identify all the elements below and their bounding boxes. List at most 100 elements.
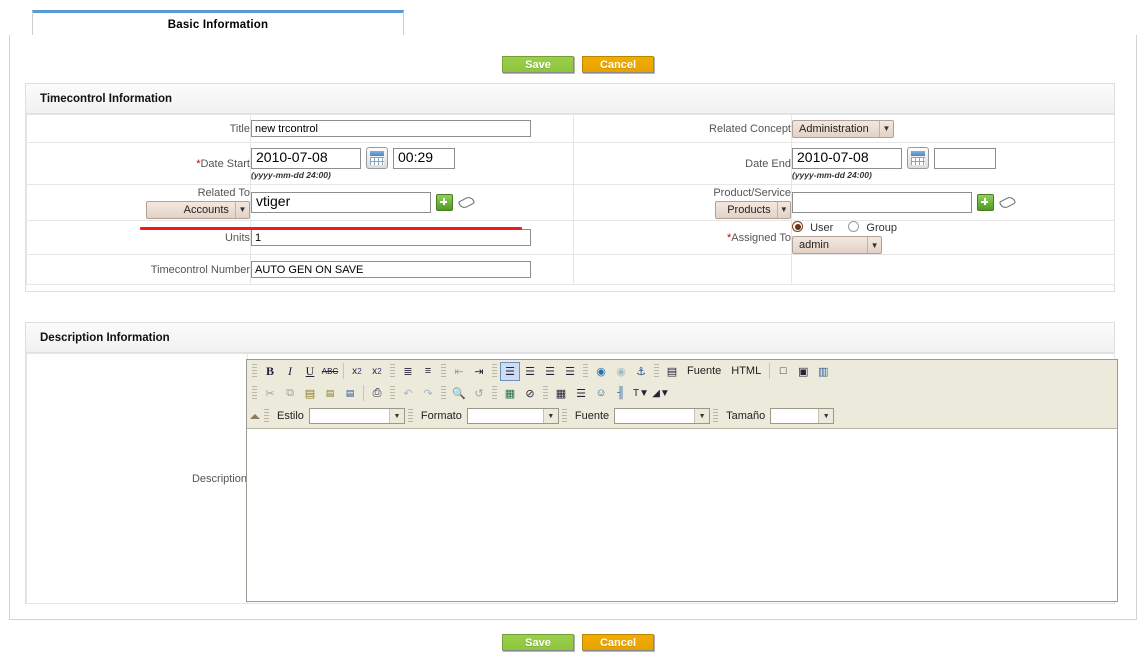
table-row: *Date Start 2010-07-08 00:29 (yyyy-mm-dd… — [27, 143, 1115, 185]
outdent-icon[interactable]: ⇤ — [449, 362, 469, 381]
new-page-icon[interactable]: □ — [773, 362, 793, 381]
toolbar-grip[interactable] — [583, 364, 588, 379]
remove-format-icon[interactable]: ⊘ — [520, 384, 540, 403]
toolbar-grip[interactable] — [390, 364, 395, 379]
related-to-module-value: Accounts — [147, 204, 235, 216]
replace-icon[interactable]: ↺ — [469, 384, 489, 403]
toolbar-grip[interactable] — [654, 364, 659, 379]
unordered-list-icon[interactable]: ≡ — [418, 362, 438, 381]
editor-html-label[interactable]: HTML — [726, 365, 766, 377]
date-start-label-cell: *Date Start — [27, 143, 251, 185]
size-combo[interactable]: ▼ — [770, 408, 834, 424]
select-all-icon[interactable]: ▦ — [500, 384, 520, 403]
align-justify-icon[interactable]: ☰ — [560, 362, 580, 381]
date-start-time-input[interactable]: 00:29 — [393, 148, 455, 169]
tab-basic-information[interactable]: Basic Information — [32, 10, 404, 36]
toolbar-grip[interactable] — [713, 409, 718, 424]
title-input[interactable]: new trcontrol — [251, 120, 531, 137]
save-button-top-label: Save — [525, 59, 551, 71]
empty-cell — [574, 255, 792, 285]
cancel-button-top[interactable]: Cancel — [582, 56, 654, 73]
toolbar-collapse-icon[interactable] — [249, 410, 261, 422]
related-to-module-select[interactable]: Accounts ▼ — [146, 201, 250, 219]
toolbar-grip[interactable] — [264, 409, 269, 424]
eraser-icon[interactable] — [458, 195, 474, 210]
cut-icon[interactable]: ✂ — [260, 384, 280, 403]
format-combo[interactable]: ▼ — [467, 408, 559, 424]
date-end-label-cell: Date End — [574, 143, 792, 185]
save-button-top[interactable]: Save — [502, 56, 574, 73]
redo-icon[interactable]: ↷ — [418, 384, 438, 403]
toolbar-grip[interactable] — [492, 364, 497, 379]
toolbar-grip[interactable] — [252, 364, 257, 379]
product-service-module-select[interactable]: Products ▼ — [715, 201, 791, 219]
text-color-icon[interactable]: T▼ — [631, 384, 651, 403]
source-icon[interactable]: ▤ — [662, 362, 682, 381]
toolbar-grip[interactable] — [492, 386, 497, 401]
eraser-icon[interactable] — [999, 195, 1015, 210]
undo-icon[interactable]: ↶ — [398, 384, 418, 403]
toolbar-grip[interactable] — [441, 364, 446, 379]
horizontal-rule-icon[interactable]: ☰ — [571, 384, 591, 403]
style-combo[interactable]: ▼ — [309, 408, 405, 424]
align-center-icon[interactable]: ☰ — [520, 362, 540, 381]
toolbar-grip[interactable] — [390, 386, 395, 401]
indent-icon[interactable]: ⇥ — [469, 362, 489, 381]
assigned-to-user-select[interactable]: admin ▼ — [792, 236, 882, 254]
calendar-icon[interactable] — [366, 147, 388, 169]
paste-text-icon[interactable]: ▤ — [320, 384, 340, 403]
timecontrol-number-input: AUTO GEN ON SAVE — [251, 261, 531, 278]
save-button-bottom[interactable]: Save — [502, 634, 574, 651]
date-start-input[interactable]: 2010-07-08 — [251, 148, 361, 169]
table-icon[interactable]: ▦ — [551, 384, 571, 403]
related-concept-select[interactable]: Administration ▼ — [792, 120, 894, 138]
page-break-icon[interactable]: ╢ — [611, 384, 631, 403]
assigned-to-user-radio[interactable] — [792, 221, 803, 232]
toolbar-grip[interactable] — [543, 386, 548, 401]
toolbar-grip[interactable] — [441, 386, 446, 401]
toolbar-grip[interactable] — [252, 386, 257, 401]
date-end-input[interactable]: 2010-07-08 — [792, 148, 902, 169]
timecontrol-information-header: Timecontrol Information — [26, 84, 1114, 114]
bg-color-icon[interactable]: ◢▼ — [651, 384, 671, 403]
insert-link-icon[interactable]: ◉ — [591, 362, 611, 381]
preview-icon[interactable]: ▣ — [793, 362, 813, 381]
date-end-time-input[interactable] — [934, 148, 996, 169]
strikethrough-icon[interactable]: ABC — [320, 362, 340, 381]
print-icon[interactable]: ⎙ — [367, 384, 387, 403]
bold-icon[interactable]: B — [260, 362, 280, 381]
font-combo[interactable]: ▼ — [614, 408, 710, 424]
italic-icon[interactable]: I — [280, 362, 300, 381]
unlink-icon[interactable]: ◉ — [611, 362, 631, 381]
product-service-input[interactable] — [792, 192, 972, 213]
smiley-icon[interactable]: ☺ — [591, 384, 611, 403]
plus-icon[interactable] — [977, 194, 994, 211]
subscript-icon[interactable]: x2 — [347, 362, 367, 381]
anchor-icon[interactable]: ⚓ — [631, 362, 651, 381]
description-editor-body[interactable] — [247, 429, 1117, 599]
superscript-icon[interactable]: x2 — [367, 362, 387, 381]
find-icon[interactable]: 🔍 — [449, 384, 469, 403]
related-to-input[interactable]: vtiger — [251, 192, 431, 213]
ordered-list-icon[interactable]: ≣ — [398, 362, 418, 381]
align-right-icon[interactable]: ☰ — [540, 362, 560, 381]
toolbar-grip[interactable] — [562, 409, 567, 424]
cancel-button-bottom[interactable]: Cancel — [582, 634, 654, 651]
paste-icon[interactable]: ▤ — [300, 384, 320, 403]
related-to-label-cell: Related To Accounts ▼ — [27, 185, 251, 221]
toolbar-grip[interactable] — [408, 409, 413, 424]
calendar-icon[interactable] — [907, 147, 929, 169]
related-concept-value-cell: Administration ▼ — [792, 115, 1115, 143]
paste-word-icon[interactable]: ▤ — [340, 384, 360, 403]
bottom-button-row: Save Cancel — [502, 634, 654, 651]
copy-icon[interactable]: ⧉ — [280, 384, 300, 403]
date-start-controls: 2010-07-08 00:29 — [251, 147, 573, 169]
related-concept-label-cell: Related Concept — [574, 115, 792, 143]
editor-source-label[interactable]: Fuente — [682, 365, 726, 377]
align-left-icon[interactable]: ☰ — [500, 362, 520, 381]
units-input[interactable]: 1 — [251, 229, 531, 246]
underline-icon[interactable]: U — [300, 362, 320, 381]
templates-icon[interactable]: ▥ — [813, 362, 833, 381]
assigned-to-group-radio[interactable] — [848, 221, 859, 232]
plus-icon[interactable] — [436, 194, 453, 211]
